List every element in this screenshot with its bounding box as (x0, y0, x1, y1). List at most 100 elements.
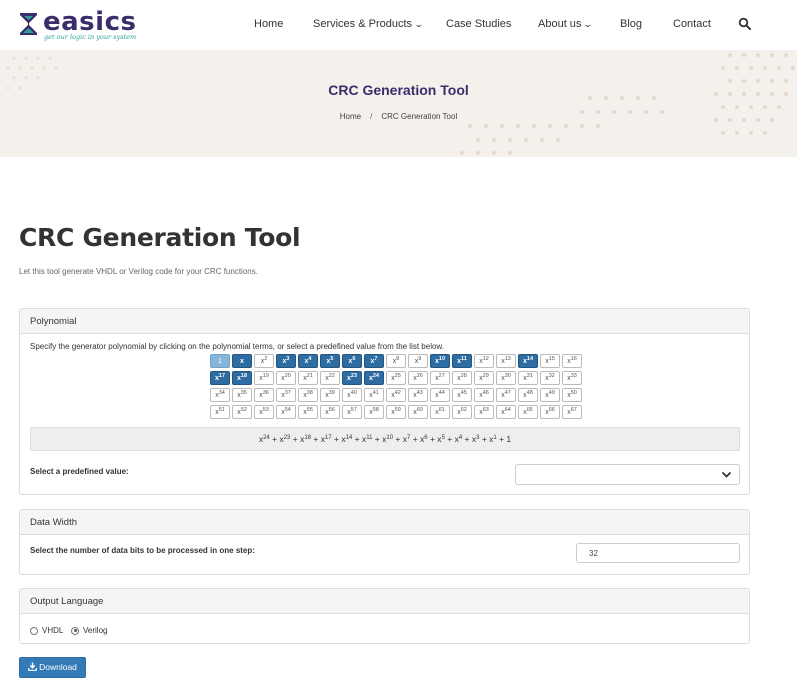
polynomial-panel-heading: Polynomial (20, 309, 749, 334)
polynomial-term-x26[interactable]: x26 (408, 371, 428, 385)
breadcrumb-separator: / (370, 112, 373, 121)
polynomial-term-x35[interactable]: x35 (232, 388, 252, 402)
polynomial-term-x60[interactable]: x60 (408, 405, 428, 419)
polynomial-panel: Polynomial Specify the generator polynom… (19, 308, 750, 495)
data-width-input[interactable] (576, 543, 740, 563)
polynomial-term-x24[interactable]: x24 (364, 371, 384, 385)
polynomial-term-x27[interactable]: x27 (430, 371, 450, 385)
polynomial-term-x66[interactable]: x66 (540, 405, 560, 419)
polynomial-term-x32[interactable]: x32 (540, 371, 560, 385)
page-banner: CRC Generation Tool Home / CRC Generation … (0, 50, 797, 157)
polynomial-term-x5[interactable]: x5 (320, 354, 340, 368)
nav-label: Case Studies (446, 18, 512, 30)
polynomial-term-x56[interactable]: x56 (320, 405, 340, 419)
polynomial-term-x49[interactable]: x49 (540, 388, 560, 402)
polynomial-term-x38[interactable]: x38 (298, 388, 318, 402)
brand-logo[interactable]: easics get our logic in your system (18, 7, 136, 43)
polynomial-term-x47[interactable]: x47 (496, 388, 516, 402)
nav-services-products[interactable]: Services & Products ⌄ (313, 18, 424, 30)
breadcrumb-home-link[interactable]: Home (340, 112, 361, 121)
polynomial-term-x31[interactable]: x31 (518, 371, 538, 385)
polynomial-term-x39[interactable]: x39 (320, 388, 340, 402)
polynomial-term-x34[interactable]: x34 (210, 388, 230, 402)
polynomial-term-x19[interactable]: x19 (254, 371, 274, 385)
polynomial-term-x9[interactable]: x9 (408, 354, 428, 368)
polynomial-term-x41[interactable]: x41 (364, 388, 384, 402)
polynomial-term-x51[interactable]: x51 (210, 405, 230, 419)
polynomial-term-x55[interactable]: x55 (298, 405, 318, 419)
polynomial-term-x53[interactable]: x53 (254, 405, 274, 419)
polynomial-term-x46[interactable]: x46 (474, 388, 494, 402)
polynomial-term-x23[interactable]: x23 (342, 371, 362, 385)
nav-about-us[interactable]: About us ⌄ (538, 18, 594, 30)
polynomial-term-x36[interactable]: x36 (254, 388, 274, 402)
radio-verilog[interactable]: Verilog (71, 626, 107, 635)
polynomial-term-x44[interactable]: x44 (430, 388, 450, 402)
polynomial-term-x13[interactable]: x13 (496, 354, 516, 368)
nav-label: Services & Products (313, 18, 413, 30)
chevron-down-icon (722, 472, 731, 478)
polynomial-term-x52[interactable]: x52 (232, 405, 252, 419)
polynomial-term-x16[interactable]: x16 (562, 354, 582, 368)
term-row: x17 x18 x19 x20 x21 x22 x23 x24 x25 x26 x27 x28 x29 x… (210, 371, 584, 385)
polynomial-term-x59[interactable]: x59 (386, 405, 406, 419)
polynomial-term-x14[interactable]: x14 (518, 354, 538, 368)
polynomial-term-x6[interactable]: x6 (342, 354, 362, 368)
polynomial-term-x29[interactable]: x29 (474, 371, 494, 385)
polynomial-term-x8[interactable]: x8 (386, 354, 406, 368)
polynomial-term-x10[interactable]: x10 (430, 354, 450, 368)
polynomial-term-x25[interactable]: x25 (386, 371, 406, 385)
polynomial-term-x58[interactable]: x58 (364, 405, 384, 419)
polynomial-term-x15[interactable]: x15 (540, 354, 560, 368)
polynomial-term-x45[interactable]: x45 (452, 388, 472, 402)
polynomial-term-x54[interactable]: x54 (276, 405, 296, 419)
polynomial-term-x7[interactable]: x7 (364, 354, 384, 368)
polynomial-term-x12[interactable]: x12 (474, 354, 494, 368)
polynomial-term-x2[interactable]: x2 (254, 354, 274, 368)
polynomial-term-x3[interactable]: x3 (276, 354, 296, 368)
polynomial-term-x30[interactable]: x30 (496, 371, 516, 385)
radio-label: Verilog (83, 626, 108, 635)
polynomial-term-x22[interactable]: x22 (320, 371, 340, 385)
predefined-value-select[interactable] (515, 464, 740, 485)
radio-button[interactable] (71, 626, 79, 635)
polynomial-term-x33[interactable]: x33 (562, 371, 582, 385)
chevron-down-icon: ⌄ (583, 19, 594, 29)
breadcrumb: Home / CRC Generation Tool (0, 112, 797, 121)
polynomial-term-x64[interactable]: x64 (496, 405, 516, 419)
polynomial-term-x28[interactable]: x28 (452, 371, 472, 385)
download-button[interactable]: Download (19, 657, 86, 678)
polynomial-term-x17[interactable]: x17 (210, 371, 230, 385)
output-language-panel: Output Language VHDL Verilog (19, 588, 750, 644)
polynomial-term-x62[interactable]: x62 (452, 405, 472, 419)
nav-home[interactable]: Home (254, 18, 283, 30)
polynomial-term-x48[interactable]: x48 (518, 388, 538, 402)
radio-vhdl[interactable]: VHDL (30, 626, 63, 635)
nav-contact[interactable]: Contact (673, 18, 711, 30)
polynomial-term-x40[interactable]: x40 (342, 388, 362, 402)
polynomial-term-x42[interactable]: x42 (386, 388, 406, 402)
chevron-down-icon: ⌄ (413, 19, 424, 29)
polynomial-term-x37[interactable]: x37 (276, 388, 296, 402)
polynomial-term-x20[interactable]: x20 (276, 371, 296, 385)
polynomial-term-x43[interactable]: x43 (408, 388, 428, 402)
nav-blog[interactable]: Blog (620, 18, 642, 30)
polynomial-term-x67[interactable]: x67 (562, 405, 582, 419)
polynomial-term-x4[interactable]: x4 (298, 354, 318, 368)
polynomial-term-x65[interactable]: x65 (518, 405, 538, 419)
search-icon[interactable] (738, 17, 752, 31)
banner-title: CRC Generation Tool (328, 82, 469, 98)
radio-button[interactable] (30, 626, 38, 635)
polynomial-term-x21[interactable]: x21 (298, 371, 318, 385)
polynomial-term-x61[interactable]: x61 (430, 405, 450, 419)
polynomial-term-x11[interactable]: x11 (452, 354, 472, 368)
nav-case-studies[interactable]: Case Studies (446, 18, 511, 30)
polynomial-term-x50[interactable]: x50 (562, 388, 582, 402)
polynomial-term-x57[interactable]: x57 (342, 405, 362, 419)
polynomial-term-x0[interactable]: 1 (210, 354, 230, 368)
polynomial-term-x18[interactable]: x18 (232, 371, 252, 385)
predefined-value-label: Select a predefined value: (30, 467, 129, 476)
polynomial-term-x63[interactable]: x63 (474, 405, 494, 419)
polynomial-term-x1[interactable]: x (232, 354, 252, 368)
term-row: 1 x x2 x3 x4 x5 x6 x7 x8 x9 x10 x11 x12 x13 x14 x15 x16 (210, 354, 584, 368)
